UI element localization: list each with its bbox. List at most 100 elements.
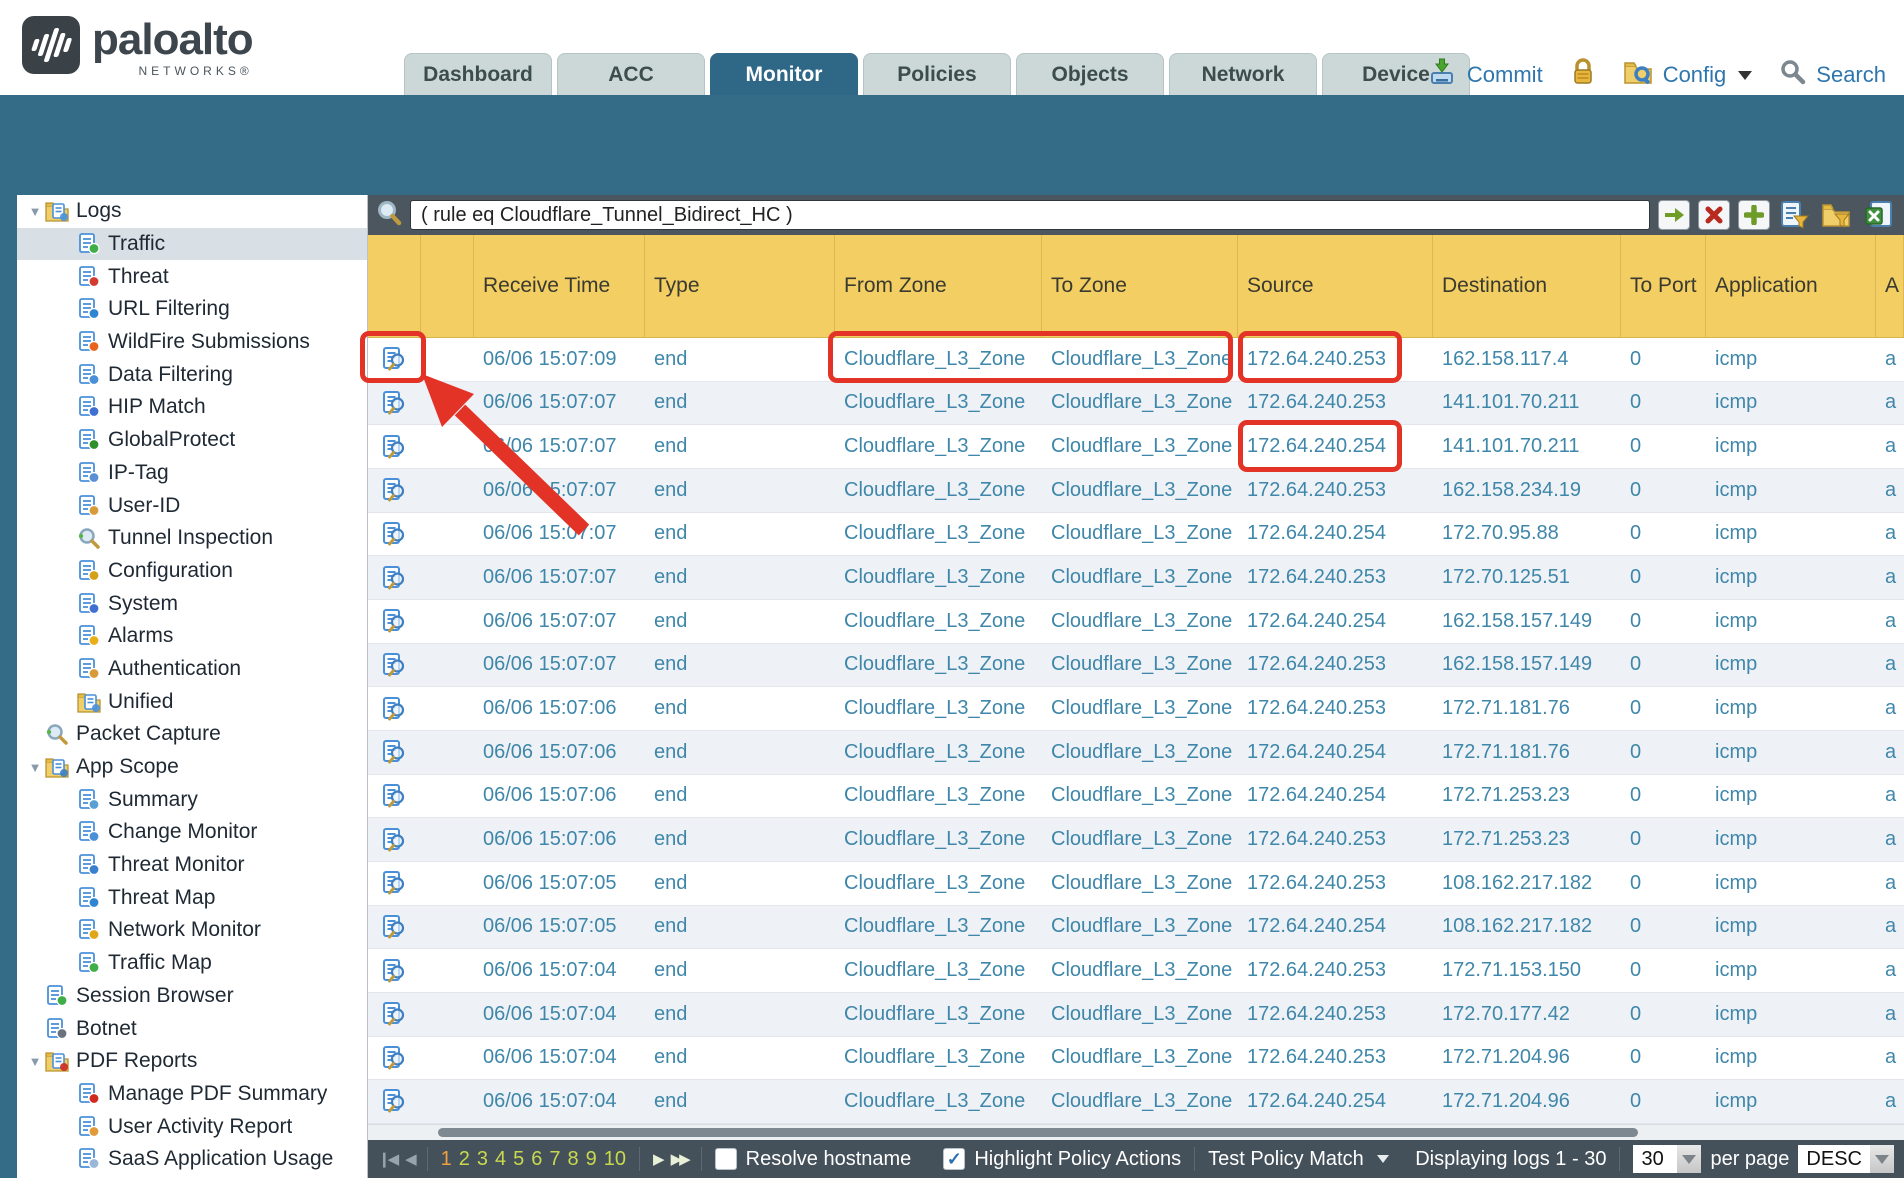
cell-to-zone[interactable]: Cloudflare_L3_Zone: [1042, 862, 1238, 905]
cell-to-port[interactable]: 0: [1621, 425, 1706, 468]
log-detail-icon[interactable]: [368, 906, 421, 949]
cell-type[interactable]: end: [645, 644, 835, 687]
cell-from-zone[interactable]: Cloudflare_L3_Zone: [835, 993, 1042, 1036]
cell-source[interactable]: 172.64.240.253: [1238, 818, 1433, 861]
page-4[interactable]: 4: [495, 1148, 506, 1171]
cell-destination[interactable]: 172.71.204.96: [1433, 1037, 1621, 1080]
cell-to-zone[interactable]: Cloudflare_L3_Zone: [1042, 993, 1238, 1036]
cell-action[interactable]: a: [1876, 862, 1904, 905]
tab-monitor[interactable]: Monitor: [710, 53, 858, 95]
cell-application[interactable]: icmp: [1706, 949, 1876, 992]
cell-receive-time[interactable]: 06/06 15:07:04: [474, 949, 645, 992]
cell-receive-time[interactable]: 06/06 15:07:04: [474, 993, 645, 1036]
test-policy-match-button[interactable]: Test Policy Match: [1208, 1148, 1364, 1171]
cell-receive-time[interactable]: 06/06 15:07:06: [474, 731, 645, 774]
log-detail-icon[interactable]: [368, 382, 421, 425]
cell-to-zone[interactable]: Cloudflare_L3_Zone: [1042, 687, 1238, 730]
cell-action[interactable]: a: [1876, 818, 1904, 861]
sidebar-item-data-filtering[interactable]: Data Filtering: [17, 358, 367, 391]
cell-destination[interactable]: 172.70.95.88: [1433, 513, 1621, 556]
cell-destination[interactable]: 172.70.177.42: [1433, 993, 1621, 1036]
cell-source[interactable]: 172.64.240.254: [1238, 906, 1433, 949]
cell-application[interactable]: icmp: [1706, 1037, 1876, 1080]
sort-order-select[interactable]: DESC: [1798, 1145, 1894, 1173]
cell-type[interactable]: end: [645, 906, 835, 949]
cell-source[interactable]: 172.64.240.253: [1238, 338, 1433, 381]
cell-destination[interactable]: 162.158.157.149: [1433, 600, 1621, 643]
cell-source[interactable]: 172.64.240.253: [1238, 862, 1433, 905]
cell-receive-time[interactable]: 06/06 15:07:07: [474, 600, 645, 643]
cell-type[interactable]: end: [645, 425, 835, 468]
page-9[interactable]: 9: [586, 1148, 597, 1171]
cell-from-zone[interactable]: Cloudflare_L3_Zone: [835, 469, 1042, 512]
cell-from-zone[interactable]: Cloudflare_L3_Zone: [835, 556, 1042, 599]
log-detail-icon[interactable]: [368, 556, 421, 599]
cell-action[interactable]: a: [1876, 556, 1904, 599]
cell-destination[interactable]: 108.162.217.182: [1433, 906, 1621, 949]
commit-button[interactable]: Commit: [1467, 62, 1543, 88]
cell-destination[interactable]: 162.158.117.4: [1433, 338, 1621, 381]
col-header-to-zone[interactable]: To Zone: [1042, 235, 1238, 337]
cell-from-zone[interactable]: Cloudflare_L3_Zone: [835, 382, 1042, 425]
cell-source[interactable]: 172.64.240.253: [1238, 949, 1433, 992]
cell-destination[interactable]: 108.162.217.182: [1433, 862, 1621, 905]
test-policy-match-caret-icon[interactable]: [1377, 1155, 1389, 1163]
sidebar-item-saas-application-usage[interactable]: SaaS Application Usage: [17, 1143, 367, 1176]
col-header-to-port[interactable]: To Port: [1621, 235, 1706, 337]
col-header-application[interactable]: Application: [1706, 235, 1876, 337]
sidebar-item-user-id[interactable]: User-ID: [17, 489, 367, 522]
cell-from-zone[interactable]: Cloudflare_L3_Zone: [835, 513, 1042, 556]
sidebar-item-pdf-reports[interactable]: ▼ PDF Reports: [17, 1045, 367, 1078]
tab-acc[interactable]: ACC: [557, 53, 705, 95]
sidebar-item-tunnel-inspection[interactable]: Tunnel Inspection: [17, 522, 367, 555]
cell-action[interactable]: a: [1876, 687, 1904, 730]
cell-to-zone[interactable]: Cloudflare_L3_Zone: [1042, 556, 1238, 599]
page-7[interactable]: 7: [549, 1148, 560, 1171]
cell-from-zone[interactable]: Cloudflare_L3_Zone: [835, 644, 1042, 687]
cell-application[interactable]: icmp: [1706, 775, 1876, 818]
cell-from-zone[interactable]: Cloudflare_L3_Zone: [835, 1080, 1042, 1123]
cell-to-port[interactable]: 0: [1621, 382, 1706, 425]
cell-destination[interactable]: 172.71.153.150: [1433, 949, 1621, 992]
col-header-from-zone[interactable]: From Zone: [835, 235, 1042, 337]
cell-to-zone[interactable]: Cloudflare_L3_Zone: [1042, 425, 1238, 468]
clear-filter-button[interactable]: [1698, 200, 1730, 230]
sidebar-item-session-browser[interactable]: Session Browser: [17, 980, 367, 1013]
cell-to-port[interactable]: 0: [1621, 949, 1706, 992]
cell-type[interactable]: end: [645, 338, 835, 381]
cell-destination[interactable]: 162.158.157.149: [1433, 644, 1621, 687]
cell-application[interactable]: icmp: [1706, 644, 1876, 687]
cell-receive-time[interactable]: 06/06 15:07:04: [474, 1037, 645, 1080]
cell-source[interactable]: 172.64.240.254: [1238, 600, 1433, 643]
page-10[interactable]: 10: [604, 1148, 626, 1171]
cell-type[interactable]: end: [645, 1080, 835, 1123]
sort-order-caret-icon[interactable]: [1870, 1145, 1894, 1173]
cell-source[interactable]: 172.64.240.254: [1238, 731, 1433, 774]
sidebar-item-app-scope[interactable]: ▼ App Scope: [17, 751, 367, 784]
expander-icon[interactable]: ▼: [25, 760, 45, 775]
cell-to-zone[interactable]: Cloudflare_L3_Zone: [1042, 818, 1238, 861]
cell-from-zone[interactable]: Cloudflare_L3_Zone: [835, 906, 1042, 949]
cell-to-zone[interactable]: Cloudflare_L3_Zone: [1042, 469, 1238, 512]
cell-to-zone[interactable]: Cloudflare_L3_Zone: [1042, 338, 1238, 381]
load-filter-icon[interactable]: [1820, 199, 1854, 231]
cell-type[interactable]: end: [645, 1037, 835, 1080]
cell-type[interactable]: end: [645, 949, 835, 992]
sidebar-item-alarms[interactable]: Alarms: [17, 620, 367, 653]
cell-receive-time[interactable]: 06/06 15:07:06: [474, 818, 645, 861]
sidebar-item-botnet[interactable]: Botnet: [17, 1012, 367, 1045]
search-button[interactable]: Search: [1816, 62, 1886, 88]
expander-icon[interactable]: ▼: [25, 1054, 45, 1069]
log-detail-icon[interactable]: [368, 862, 421, 905]
highlight-policy-actions-checkbox[interactable]: ✓: [943, 1148, 965, 1170]
cell-to-port[interactable]: 0: [1621, 556, 1706, 599]
log-detail-icon[interactable]: [368, 949, 421, 992]
cell-to-zone[interactable]: Cloudflare_L3_Zone: [1042, 382, 1238, 425]
sidebar-item-user-activity-report[interactable]: User Activity Report: [17, 1110, 367, 1143]
cell-from-zone[interactable]: Cloudflare_L3_Zone: [835, 949, 1042, 992]
sidebar-item-change-monitor[interactable]: Change Monitor: [17, 816, 367, 849]
cell-to-port[interactable]: 0: [1621, 993, 1706, 1036]
cell-source[interactable]: 172.64.240.254: [1238, 775, 1433, 818]
cell-to-port[interactable]: 0: [1621, 818, 1706, 861]
cell-to-zone[interactable]: Cloudflare_L3_Zone: [1042, 644, 1238, 687]
